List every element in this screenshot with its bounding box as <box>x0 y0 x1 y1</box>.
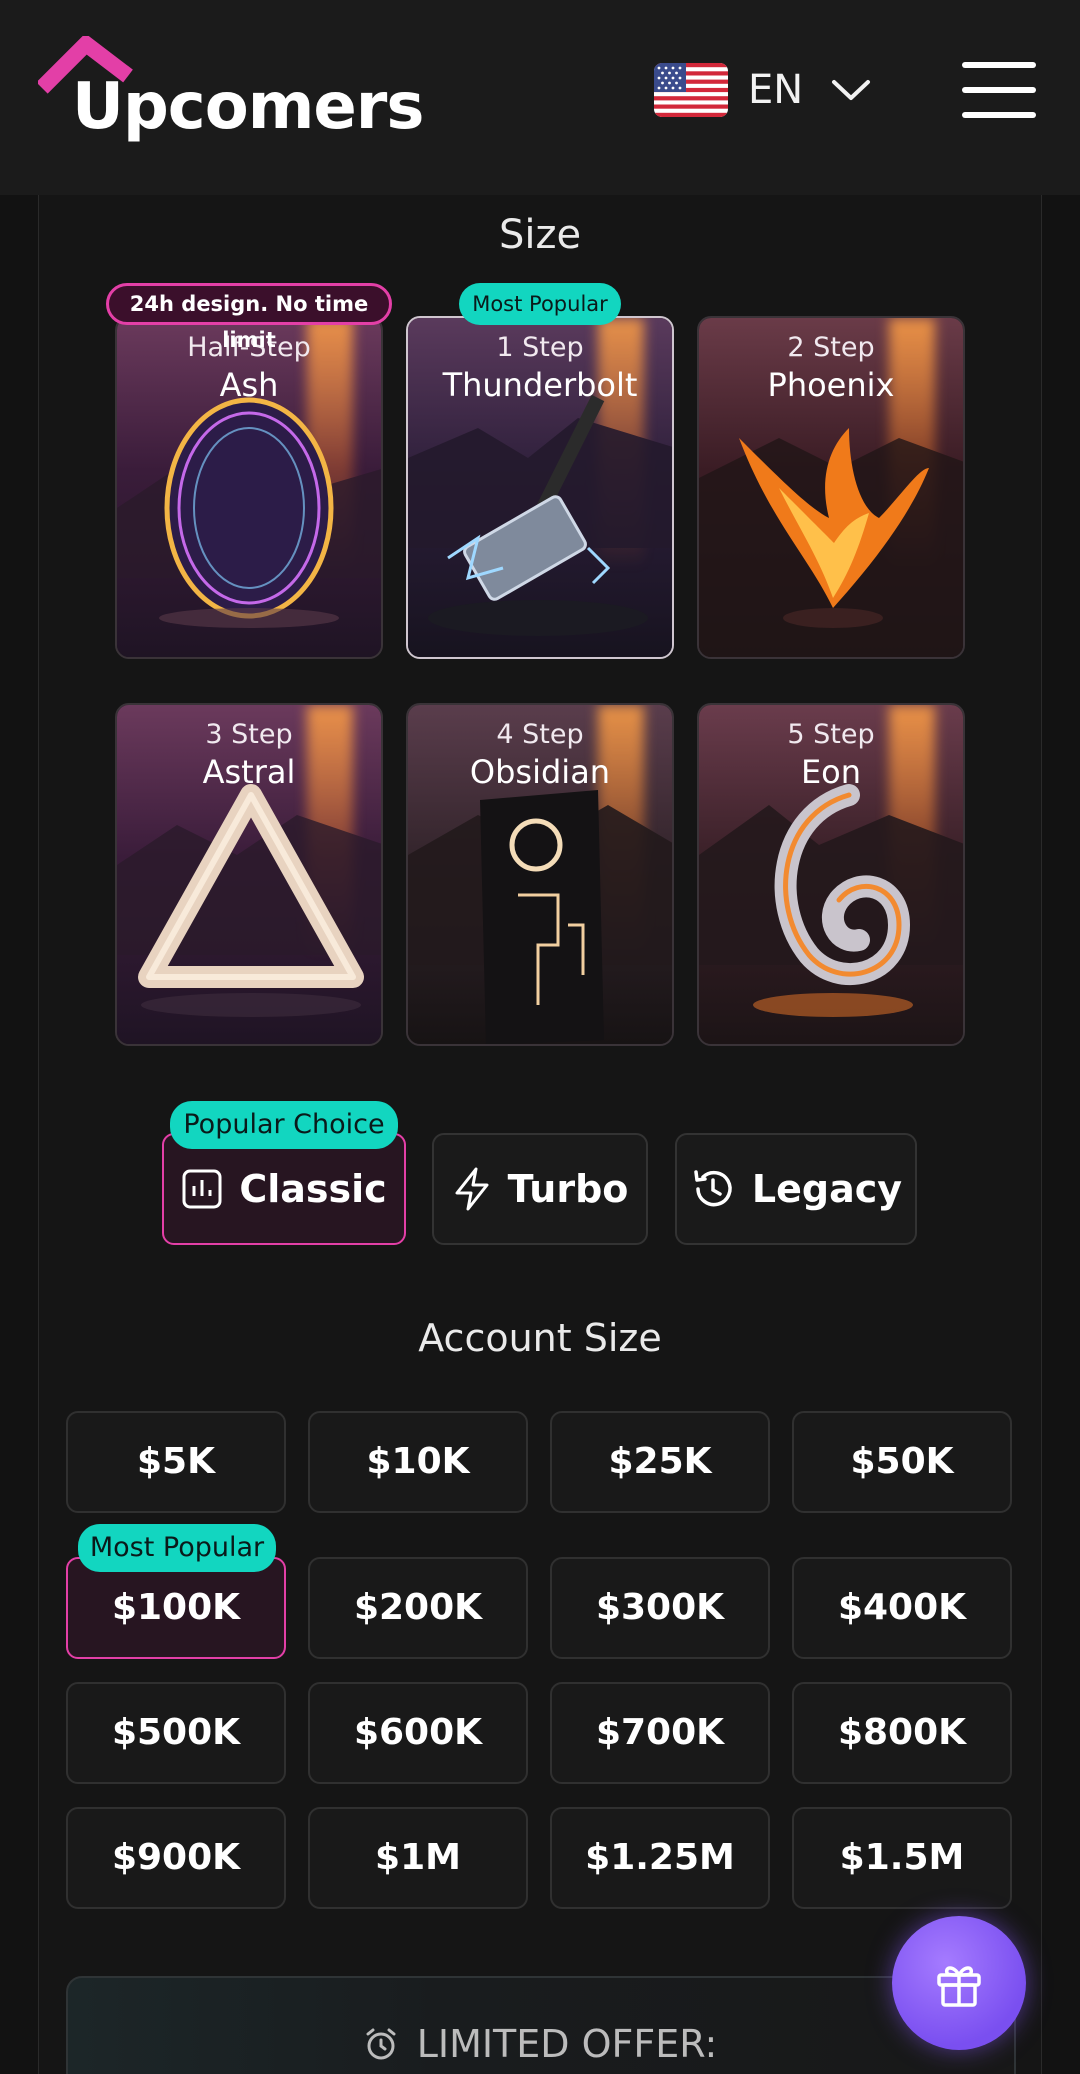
plan-step-label: 4 Step <box>496 719 584 750</box>
account-size-option[interactable]: $5K <box>66 1411 286 1513</box>
program-label: Legacy <box>751 1167 903 1211</box>
us-flag-icon <box>654 63 728 117</box>
language-code: EN <box>748 67 804 113</box>
account-size-option[interactable]: $700K <box>550 1682 770 1784</box>
account-size-option[interactable]: $1.5M <box>792 1807 1012 1909</box>
gift-icon <box>937 1966 981 2007</box>
most-popular-plan-badge: Most Popular <box>459 283 621 325</box>
plan-card-astral[interactable]: 3 Step Astral <box>115 703 383 1046</box>
plan-name: Obsidian <box>469 753 611 791</box>
account-size-option[interactable]: $50K <box>792 1411 1012 1513</box>
account-size-option[interactable]: $1.25M <box>550 1807 770 1909</box>
account-size-option[interactable]: $500K <box>66 1682 286 1784</box>
language-selector[interactable]: EN <box>654 62 871 118</box>
hamburger-menu-icon[interactable] <box>962 58 1036 122</box>
popular-choice-badge: Popular Choice <box>170 1101 398 1149</box>
plan-card-eon[interactable]: 5 Step Eon <box>697 703 965 1046</box>
account-size-heading: Account Size <box>418 1316 662 1360</box>
plan-card-ash[interactable]: Half-Step Ash <box>115 316 383 659</box>
plan-card-obsidian[interactable]: 4 Step Obsidian <box>406 703 674 1046</box>
plan-name: Eon <box>800 753 862 791</box>
plan-step-label: 3 Step <box>205 719 293 750</box>
upcomers-logo[interactable]: Upcomers <box>38 36 424 146</box>
account-size-option[interactable]: $900K <box>66 1807 286 1909</box>
program-label: Turbo <box>507 1167 629 1211</box>
chevron-down-icon <box>832 80 871 100</box>
section-heading-size: Size <box>498 212 582 258</box>
lightning-icon <box>455 1167 489 1211</box>
logo-text: Upcomers <box>72 70 424 144</box>
plan-card-phoenix[interactable]: 2 Step Phoenix <box>697 316 965 659</box>
plan-step-label: 2 Step <box>787 332 875 363</box>
account-size-option[interactable]: $600K <box>308 1682 528 1784</box>
gift-button[interactable] <box>892 1916 1026 2050</box>
alarm-clock-icon <box>366 2028 396 2060</box>
program-turbo-button[interactable]: Turbo <box>432 1133 648 1245</box>
limited-offer-label: LIMITED OFFER: <box>416 2022 718 2066</box>
bar-chart-icon <box>182 1169 222 1209</box>
account-size-option[interactable]: $200K <box>308 1557 528 1659</box>
plan-card-thunderbolt[interactable]: 1 Step Thunderbolt <box>406 316 674 659</box>
account-size-option[interactable]: $10K <box>308 1411 528 1513</box>
plan-name: Phoenix <box>767 366 895 404</box>
account-size-option[interactable]: $300K <box>550 1557 770 1659</box>
program-label: Classic <box>239 1167 387 1211</box>
plan-step-label: 5 Step <box>787 719 875 750</box>
plan-name: Ash <box>219 366 279 404</box>
top-header: Upcomers EN <box>0 0 1080 195</box>
plan-name: Thunderbolt <box>442 366 638 404</box>
most-popular-size-badge: Most Popular <box>78 1524 276 1572</box>
program-legacy-button[interactable]: Legacy <box>675 1133 917 1245</box>
ash-time-badge: 24h design. No time limit <box>106 283 392 352</box>
account-size-option[interactable]: $25K <box>550 1411 770 1513</box>
program-classic-button[interactable]: Classic <box>162 1133 406 1245</box>
account-size-option[interactable]: $1M <box>308 1807 528 1909</box>
plan-name: Astral <box>202 753 296 791</box>
account-size-option-selected[interactable]: $100K <box>66 1557 286 1659</box>
account-size-option[interactable]: $800K <box>792 1682 1012 1784</box>
plan-step-label: 1 Step <box>496 332 584 363</box>
history-icon <box>694 1170 732 1207</box>
account-size-option[interactable]: $400K <box>792 1557 1012 1659</box>
